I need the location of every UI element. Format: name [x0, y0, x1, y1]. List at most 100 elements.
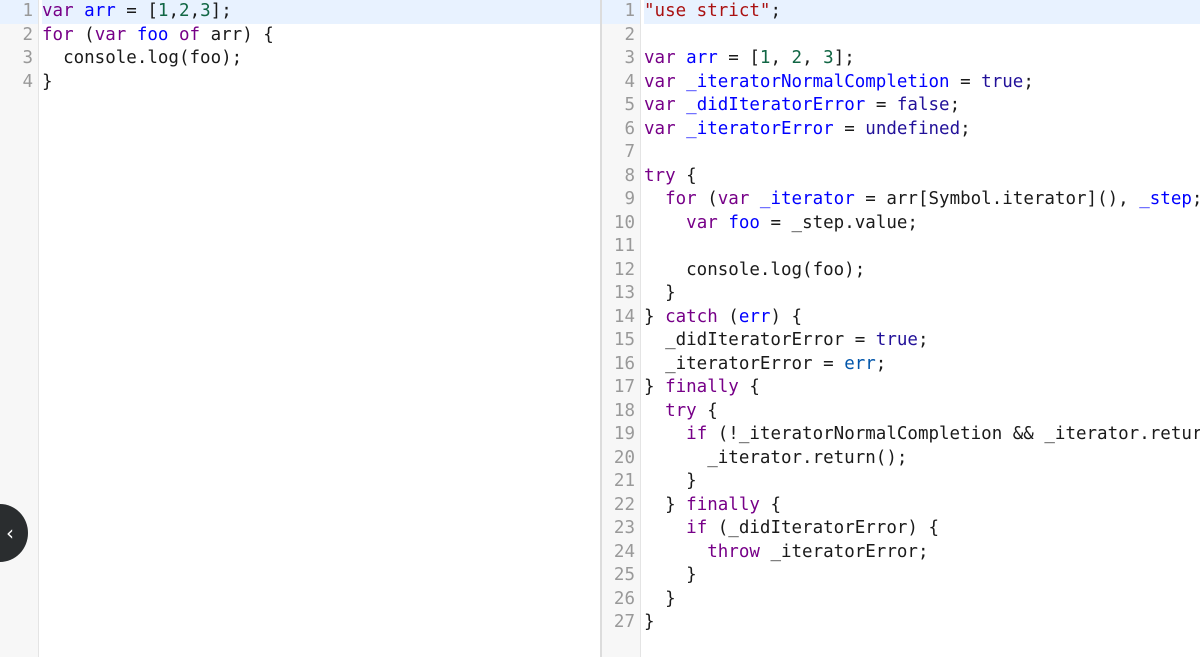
code-token: var: [42, 1, 74, 21]
line-number: 10: [613, 212, 635, 233]
line-number: 2: [624, 24, 635, 45]
line-number: 17: [613, 377, 635, 397]
code-token: ) {: [770, 306, 803, 327]
code-token: 3: [200, 1, 211, 21]
code-token: 2: [791, 48, 803, 68]
code-line[interactable]: var foo = _step.value;: [644, 212, 1200, 236]
code-token: err: [844, 353, 876, 374]
code-line[interactable]: [644, 141, 1200, 165]
code-line[interactable]: }: [644, 588, 1200, 612]
code-token: var: [644, 48, 676, 68]
code-line[interactable]: throw _iteratorError;: [644, 541, 1200, 565]
code-token: ;: [1192, 189, 1200, 209]
output-line-number-gutter: 1 2 3 4 5 6 7 8 9 10 11 12 13 14 15 16 17 18 19 20 21 22 23 24 2…: [602, 0, 641, 657]
code-token: for: [42, 24, 74, 45]
code-token: _didIteratorError =: [644, 330, 876, 350]
code-token: }: [644, 588, 676, 609]
code-token: (!_iteratorNormalCompletion && _iterator…: [707, 424, 1200, 444]
code-token: var: [644, 71, 676, 92]
code-token: {: [696, 400, 718, 421]
code-line[interactable]: [644, 235, 1200, 259]
code-line[interactable]: var arr = [1, 2, 3];: [644, 47, 1200, 71]
code-line[interactable]: }: [644, 282, 1200, 306]
line-number: 20: [613, 447, 635, 468]
code-line[interactable]: if (!_iteratorNormalCompletion && _itera…: [644, 423, 1200, 447]
code-line[interactable]: _iteratorError = err;: [644, 353, 1200, 377]
code-token: console.log(foo);: [42, 48, 243, 68]
code-token: foo: [728, 212, 760, 233]
code-token: of: [179, 24, 201, 45]
line-number: 9: [624, 189, 635, 209]
code-token: ;: [960, 118, 971, 139]
code-line[interactable]: console.log(foo);: [42, 47, 600, 71]
line-number: 3: [22, 48, 33, 68]
code-token: {: [675, 165, 697, 186]
output-editor-pane[interactable]: 1 2 3 4 5 6 7 8 9 10 11 12 13 14 15 16 17 18 19 20 21 22 23 24 2…: [602, 0, 1200, 657]
code-token: throw: [707, 541, 760, 562]
code-line[interactable]: if (_didIteratorError) {: [644, 517, 1200, 541]
line-number: 5: [624, 95, 635, 115]
code-token: 1: [157, 1, 169, 21]
code-line[interactable]: for (var _iterator = arr[Symbol.iterator…: [644, 188, 1200, 212]
line-number: 18: [613, 400, 635, 421]
line-number: 26: [613, 588, 635, 609]
code-token: ;: [875, 353, 887, 374]
code-token: var: [644, 118, 676, 139]
code-token: _iterator.return();: [644, 447, 908, 468]
code-token: =: [949, 71, 982, 92]
code-line[interactable]: }: [42, 71, 600, 95]
code-token: }: [644, 494, 687, 515]
code-line[interactable]: var _iteratorNormalCompletion = true;: [644, 71, 1200, 95]
code-token: }: [644, 471, 697, 491]
code-token: = [: [717, 48, 760, 68]
code-line[interactable]: try {: [644, 165, 1200, 189]
code-token: var: [686, 212, 718, 233]
line-number: 15: [613, 330, 635, 350]
line-number: 14: [613, 306, 635, 327]
code-line[interactable]: _didIteratorError = true;: [644, 329, 1200, 353]
line-number: 13: [613, 283, 635, 303]
code-token: ,: [770, 48, 792, 68]
code-line[interactable]: }: [644, 564, 1200, 588]
code-token: finally: [686, 494, 760, 515]
code-token: (_didIteratorError) {: [707, 518, 940, 538]
code-token: ];: [833, 48, 855, 68]
code-token: (: [717, 306, 739, 327]
code-line[interactable]: [644, 24, 1200, 48]
code-line[interactable]: for (var foo of arr) {: [42, 24, 600, 48]
code-token: }: [644, 283, 676, 303]
code-line[interactable]: } finally {: [644, 494, 1200, 518]
code-line[interactable]: _iterator.return();: [644, 447, 1200, 471]
code-line[interactable]: console.log(foo);: [644, 259, 1200, 283]
code-line[interactable]: var _iteratorError = undefined;: [644, 118, 1200, 142]
code-line[interactable]: var arr = [1,2,3];: [42, 0, 600, 24]
code-line[interactable]: } finally {: [644, 376, 1200, 400]
line-number: 7: [624, 142, 635, 162]
output-code-area[interactable]: "use strict"; var arr = [1, 2, 3]; var _i…: [644, 0, 1200, 635]
line-number: 4: [22, 71, 33, 92]
code-token: err: [738, 306, 771, 327]
code-line[interactable]: } catch (err) {: [644, 306, 1200, 330]
input-code-area[interactable]: var arr = [1,2,3]; for (var foo of arr) {…: [42, 0, 600, 94]
code-line[interactable]: }: [644, 611, 1200, 635]
code-token: ;: [917, 330, 929, 350]
code-token: =: [865, 95, 897, 115]
code-token: = arr[Symbol.iterator](),: [854, 189, 1140, 209]
code-line[interactable]: var _didIteratorError = false;: [644, 94, 1200, 118]
code-token: arr: [686, 48, 718, 68]
code-token: _iteratorError =: [644, 353, 845, 374]
input-editor-pane[interactable]: 1234 var arr = [1,2,3]; for (var foo of a…: [0, 0, 600, 657]
code-token: undefined: [865, 118, 961, 139]
code-token: var: [94, 24, 127, 45]
code-line[interactable]: "use strict";: [644, 0, 1200, 24]
code-token: }: [42, 71, 53, 92]
code-line[interactable]: }: [644, 470, 1200, 494]
code-token: (: [73, 24, 95, 45]
code-line[interactable]: try {: [644, 400, 1200, 424]
code-token: catch: [665, 306, 718, 327]
